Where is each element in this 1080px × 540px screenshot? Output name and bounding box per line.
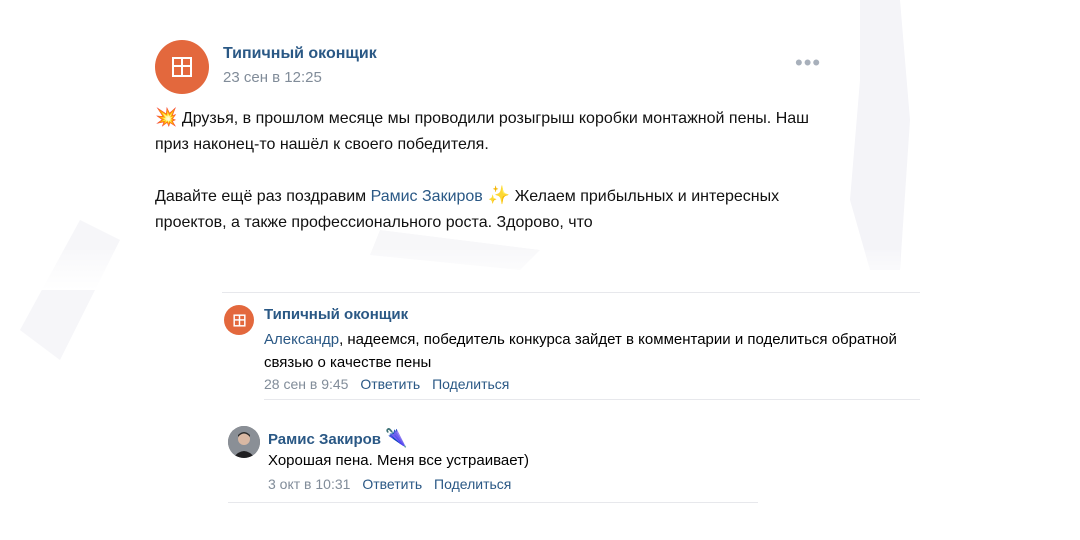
comment-1-body: , надеемся, победитель конкурса зайдет в… — [264, 331, 897, 371]
window-icon — [172, 57, 192, 77]
window-icon — [232, 313, 246, 327]
comment-2-date[interactable]: 3 окт в 10:31 — [268, 476, 350, 492]
post-paragraph-1: 💥 Друзья, в прошлом месяце мы проводили … — [155, 104, 815, 158]
comment-2-meta: 3 окт в 10:31 Ответить Поделиться — [268, 476, 519, 492]
post-date[interactable]: 23 сен в 12:25 — [223, 69, 322, 86]
community-avatar[interactable] — [155, 40, 209, 94]
comment-2-author[interactable]: Рамис Закиров 🌂 — [268, 428, 408, 449]
comment-1-avatar[interactable] — [224, 305, 254, 335]
comment-1-share-button[interactable]: Поделиться — [432, 376, 509, 392]
post-paragraph-2: Давайте ещё раз поздравим Рамис Закиров … — [155, 182, 815, 236]
comment-1-reply-button[interactable]: Ответить — [360, 376, 420, 392]
post-text: 💥 Друзья, в прошлом месяце мы проводили … — [155, 104, 815, 236]
comments-divider — [222, 292, 920, 293]
post-author[interactable]: Типичный оконщик — [223, 45, 377, 63]
comment-2-avatar[interactable] — [228, 426, 260, 458]
user-photo-icon — [228, 426, 260, 458]
comment-divider — [264, 399, 920, 400]
comment-2-share-button[interactable]: Поделиться — [434, 476, 511, 492]
comment-1-meta: 28 сен в 9:45 Ответить Поделиться — [264, 376, 517, 392]
collision-emoji-icon: 💥 — [155, 107, 178, 127]
comment-2-text: Хорошая пена. Меня все устраивает) — [268, 452, 529, 469]
paragraph-1-text: Друзья, в прошлом месяце мы проводили ро… — [155, 110, 809, 153]
comment-1-text: Александр, надеемся, победитель конкурса… — [264, 328, 914, 374]
umbrella-emoji-icon: 🌂 — [385, 428, 408, 448]
comment-1-date[interactable]: 28 сен в 9:45 — [264, 376, 348, 392]
comments-section: Типичный оконщик Александр, надеемся, по… — [222, 292, 920, 503]
comment-2-reply-button[interactable]: Ответить — [362, 476, 422, 492]
comment-divider-bottom — [228, 502, 758, 503]
mention-link[interactable]: Рамис Закиров — [371, 188, 483, 205]
text-fade-overlay — [0, 250, 900, 290]
comment-2-author-name[interactable]: Рамис Закиров — [268, 431, 381, 448]
comment-1-mention[interactable]: Александр — [264, 331, 339, 348]
more-options-icon[interactable]: ••• — [795, 52, 821, 74]
sparkles-emoji-icon: ✨ — [482, 185, 511, 205]
paragraph-2-prefix: Давайте ещё раз поздравим — [155, 188, 371, 205]
comment-1-author[interactable]: Типичный оконщик — [264, 306, 408, 323]
